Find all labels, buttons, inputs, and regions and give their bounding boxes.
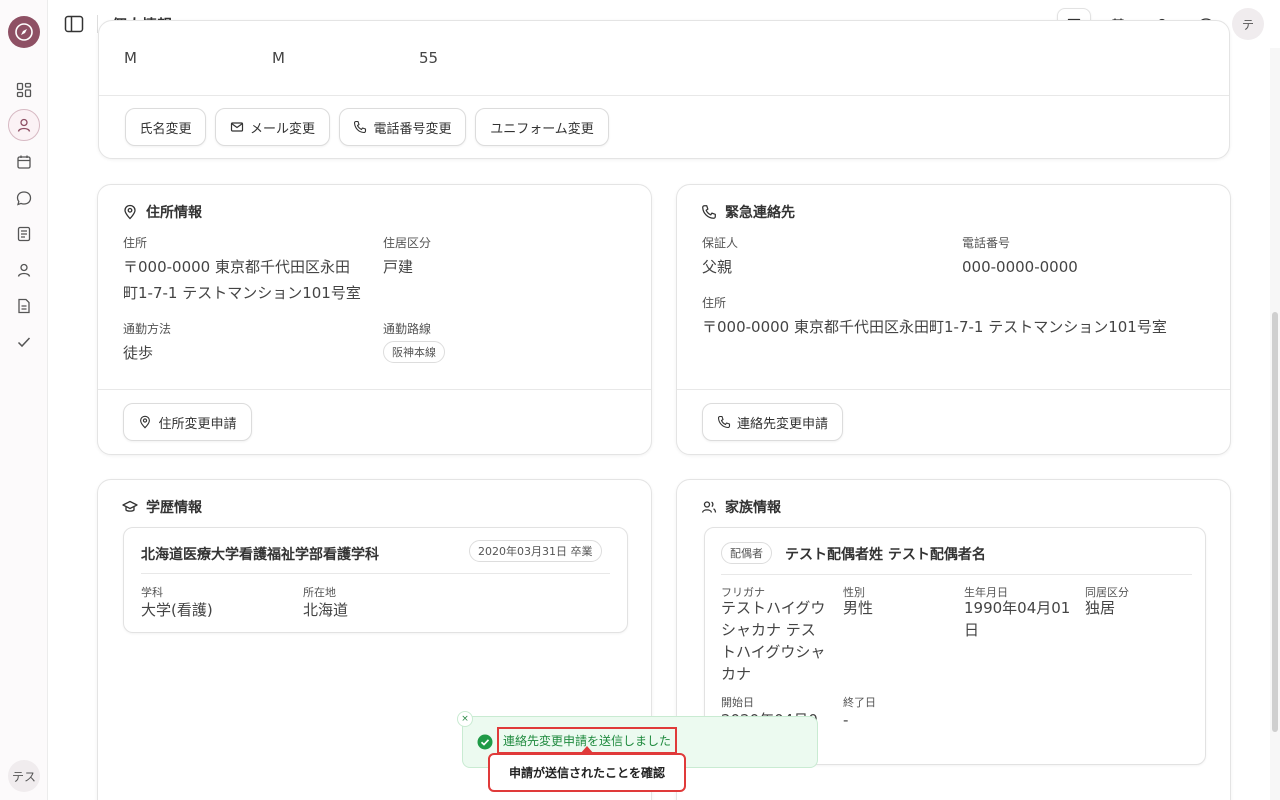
header-user-avatar[interactable]: テ — [1232, 8, 1264, 40]
birth-line-1: 1990年04月01 — [964, 599, 1071, 617]
family-member-name: テスト配偶者姓 テスト配偶者名 — [785, 547, 986, 563]
phone-change-label: 電話番号変更 — [373, 121, 452, 137]
email-change-label: メール変更 — [249, 121, 315, 137]
entry-divider — [721, 574, 1192, 575]
sidebar-item-profile[interactable] — [8, 109, 40, 141]
kana-line-3: トハイグウシャ — [721, 643, 826, 661]
cohabit-value: 独居 — [1085, 599, 1116, 617]
entry-divider — [141, 573, 610, 574]
check-icon — [17, 337, 31, 348]
address-card-title: 住所情報 — [122, 202, 202, 222]
sidebar-item-documents[interactable] — [14, 296, 34, 316]
emergency-address-label: 住所 — [702, 296, 727, 310]
education-entry: 北海道医療大学看護福祉学部看護学科 2020年03月31日 卒業 学科 大学(看… — [123, 527, 628, 633]
location-value: 北海道 — [303, 601, 349, 619]
compass-icon — [15, 23, 33, 41]
phone-icon — [717, 415, 731, 429]
uniform-change-label: ユニフォーム変更 — [490, 121, 594, 137]
profile-value-2: M — [272, 49, 285, 67]
school-name: 北海道医療大学看護福祉学部看護学科 — [141, 547, 379, 563]
graduation-date-chip: 2020年03月31日 卒業 — [469, 540, 602, 562]
birth-line-2: 日 — [964, 621, 980, 639]
app-logo[interactable] — [8, 16, 40, 48]
user-icon — [17, 118, 31, 132]
dashboard-icon — [16, 82, 32, 98]
housing-label: 住居区分 — [383, 236, 432, 250]
users-icon — [701, 501, 717, 513]
sidebar-user-avatar[interactable]: テス — [8, 760, 40, 792]
housing-value: 戸建 — [383, 258, 414, 276]
document-icon — [18, 298, 30, 314]
annotation-callout: 申請が送信されたことを確認 — [488, 753, 686, 792]
end-date-value: - — [843, 711, 849, 729]
toast-close-button[interactable]: × — [457, 711, 473, 727]
commute-route-chip: 阪神本線 — [383, 341, 445, 363]
mail-icon — [230, 122, 244, 132]
address-change-button[interactable]: 住所変更申請 — [123, 403, 252, 441]
name-change-label: 氏名変更 — [139, 121, 192, 137]
profile-value-3: 55 — [419, 49, 439, 67]
end-date-label: 終了日 — [843, 696, 876, 709]
sidebar-item-staff[interactable] — [14, 260, 34, 280]
address-line-2: 町1-7-1 テストマンション101号室 — [123, 284, 361, 302]
sidebar-item-tasks[interactable] — [14, 332, 34, 352]
check-circle-icon — [477, 734, 493, 750]
address-line-1: 〒000-0000 東京都千代田区永田 — [123, 258, 350, 276]
education-card-title: 学歴情報 — [122, 497, 202, 517]
profile-value-1: M — [124, 49, 137, 67]
uniform-change-button[interactable]: ユニフォーム変更 — [475, 108, 609, 146]
guarantor-value: 父親 — [702, 258, 733, 276]
phone-icon — [354, 120, 367, 134]
kana-line-4: カナ — [721, 665, 752, 683]
gender-value: 男性 — [843, 599, 874, 617]
graduation-cap-icon — [122, 500, 138, 512]
book-icon — [17, 226, 31, 242]
education-title-text: 学歴情報 — [146, 500, 202, 516]
address-card: 住所情報 住所 〒000-0000 東京都千代田区永田 町1-7-1 テストマン… — [97, 184, 652, 455]
commute-method-value: 徒歩 — [123, 344, 154, 362]
card-divider — [98, 389, 651, 390]
commute-route-label: 通勤路線 — [383, 322, 432, 336]
phone-icon — [702, 205, 716, 219]
start-date-label: 開始日 — [721, 696, 754, 709]
contact-change-label: 連絡先変更申請 — [736, 416, 828, 432]
calendar-icon — [17, 155, 31, 169]
emergency-title-text: 緊急連絡先 — [725, 205, 795, 221]
scrollbar-thumb[interactable] — [1272, 312, 1278, 732]
map-pin-icon — [124, 204, 136, 220]
email-change-button[interactable]: メール変更 — [215, 108, 330, 146]
kana-line-1: テストハイグウ — [721, 599, 826, 617]
phone-change-button[interactable]: 電話番号変更 — [339, 108, 466, 146]
sidebar-toggle-button[interactable] — [64, 14, 84, 34]
sidebar: テス — [0, 0, 48, 800]
emergency-contact-card: 緊急連絡先 保証人 父親 電話番号 000-0000-0000 住所 〒000-… — [676, 184, 1231, 455]
sidebar-item-dashboard[interactable] — [14, 80, 34, 100]
sidebar-panel-icon — [64, 15, 84, 33]
sidebar-item-chat[interactable] — [14, 188, 34, 208]
person-icon — [17, 263, 31, 277]
profile-card: M M 55 氏名変更 メール変更 電話番号変更 ユニフォーム変更 — [98, 20, 1230, 159]
kana-line-2: シャカナ テス — [721, 621, 816, 639]
name-change-button[interactable]: 氏名変更 — [125, 108, 206, 146]
address-title-text: 住所情報 — [146, 205, 202, 221]
family-title-text: 家族情報 — [725, 500, 781, 516]
emergency-address-value: 〒000-0000 東京都千代田区永田町1-7-1 テストマンション101号室 — [702, 318, 1167, 336]
sidebar-item-manual[interactable] — [14, 224, 34, 244]
phone-label: 電話番号 — [962, 236, 1011, 250]
address-change-label: 住所変更申請 — [158, 416, 237, 432]
phone-value: 000-0000-0000 — [962, 258, 1078, 276]
card-divider — [99, 95, 1229, 96]
address-label: 住所 — [123, 236, 148, 250]
chat-bubble-icon — [16, 191, 32, 206]
guarantor-label: 保証人 — [702, 236, 739, 250]
emergency-card-title: 緊急連絡先 — [701, 202, 795, 222]
map-pin-icon — [140, 415, 151, 429]
card-divider — [677, 389, 1230, 390]
department-value: 大学(看護) — [141, 601, 213, 619]
contact-change-button[interactable]: 連絡先変更申請 — [702, 403, 843, 441]
relation-chip: 配偶者 — [721, 542, 772, 564]
family-card-title: 家族情報 — [701, 497, 781, 517]
sidebar-item-calendar[interactable] — [14, 152, 34, 172]
commute-method-label: 通勤方法 — [123, 322, 172, 336]
